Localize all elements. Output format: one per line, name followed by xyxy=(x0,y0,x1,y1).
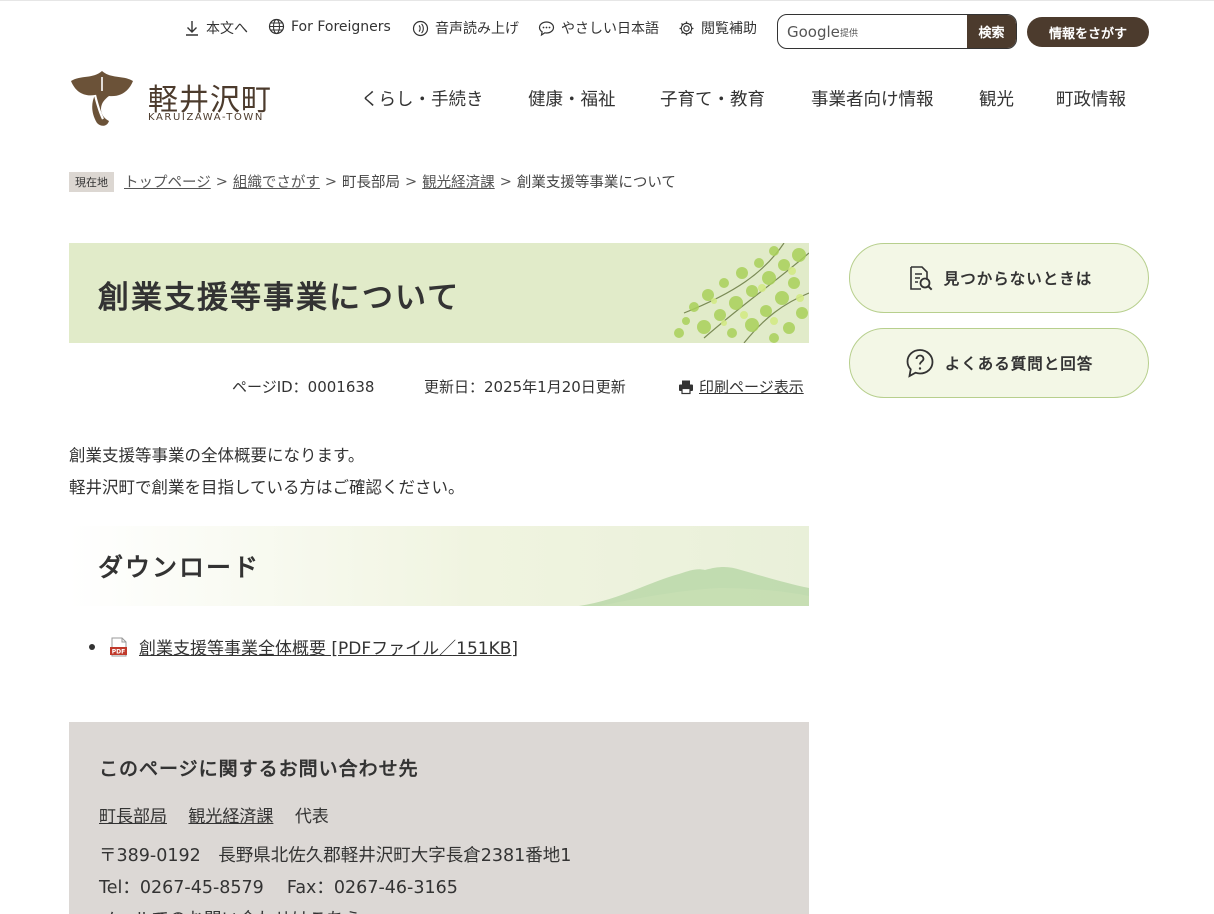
breadcrumb-current: 創業支援等事業について xyxy=(516,175,676,191)
pdf-icon-label: PDF xyxy=(112,648,125,655)
gear-icon xyxy=(679,21,694,35)
breadcrumb-mayor-office: 町長部局 xyxy=(342,175,401,191)
contact-dept-tourism-link[interactable]: 観光経済課 xyxy=(188,807,273,827)
pdf-file-icon: PDF xyxy=(110,637,127,656)
nav-childcare[interactable]: 子育て・教育 xyxy=(660,86,765,111)
mountain-decoration xyxy=(579,567,809,606)
breadcrumb-separator: > xyxy=(215,173,228,190)
contact-dept-representative: 代表 xyxy=(294,807,329,827)
breadcrumb-separator: > xyxy=(324,173,338,190)
voice-reading-link[interactable]: 音声読み上げ xyxy=(412,18,519,38)
intro-line-2: 軽井沢町で創業を目指している方はご確認ください。 xyxy=(69,478,465,497)
leaves-decoration xyxy=(674,243,809,343)
site-search: 提供 検索 xyxy=(777,14,1017,49)
search-input[interactable] xyxy=(778,15,967,48)
logo-subtitle: KARUIZAWA-TOWN xyxy=(148,112,264,123)
contact-tel-fax: Tel：0267-45-8579 Fax：0267-46-3165 xyxy=(99,878,458,898)
speech-bubble-icon xyxy=(538,20,555,36)
faq-button[interactable]: よくある質問と回答 xyxy=(849,328,1149,398)
contact-dept-mayor-office-link[interactable]: 町長部局 xyxy=(99,807,167,827)
for-foreigners-link[interactable]: For Foreigners xyxy=(268,18,391,35)
download-heading: ダウンロード xyxy=(98,553,261,582)
not-found-button[interactable]: 見つからないときは xyxy=(849,243,1149,313)
arrow-down-icon xyxy=(186,21,198,36)
voice-label: 音声読み上げ xyxy=(435,21,519,37)
intro-text: 創業支援等事業の全体概要になります。 軽井沢町で創業を目指している方はご確認くだ… xyxy=(69,440,465,504)
page-id: ページID：0001638 xyxy=(232,378,375,396)
print-page-link[interactable]: 印刷ページ表示 xyxy=(678,376,804,397)
search-button[interactable]: 検索 xyxy=(967,15,1016,48)
google-provided-hint: 提供 xyxy=(840,29,859,39)
question-bubble-icon xyxy=(906,349,934,378)
find-info-button[interactable]: 情報をさがす xyxy=(1027,17,1149,47)
contact-heading: このページに関するお問い合わせ先 xyxy=(99,758,419,780)
printer-icon xyxy=(679,380,693,394)
nav-tourism[interactable]: 観光 xyxy=(979,86,1014,111)
download-heading-banner: ダウンロード xyxy=(69,526,809,606)
accessibility-link[interactable]: 閲覧補助 xyxy=(678,18,757,38)
contact-mail-link[interactable]: メールでのお問い合わせはこちら xyxy=(99,906,362,914)
nav-town-admin[interactable]: 町政情報 xyxy=(1056,86,1126,111)
easy-japanese-label: やさしい日本語 xyxy=(561,21,659,37)
document-search-icon xyxy=(909,266,933,291)
speaker-icon xyxy=(412,20,429,36)
page-title-banner: 創業支援等事業について xyxy=(69,243,809,343)
skip-to-content-link[interactable]: 本文へ xyxy=(184,18,248,38)
list-bullet xyxy=(89,643,95,650)
nav-living[interactable]: くらし・手続き xyxy=(361,86,484,111)
faq-label: よくある質問と回答 xyxy=(944,355,1094,373)
nav-business[interactable]: 事業者向け情報 xyxy=(811,86,934,111)
breadcrumb-top[interactable]: トップページ xyxy=(124,171,211,192)
skip-label: 本文へ xyxy=(206,21,248,37)
download-list-item: PDF 創業支援等事業全体概要 [PDFファイル／151KB] xyxy=(89,634,518,659)
download-pdf-link[interactable]: 創業支援等事業全体概要 [PDFファイル／151KB] xyxy=(139,634,518,659)
breadcrumb-separator: > xyxy=(499,173,512,190)
breadcrumb-label: 現在地 xyxy=(69,171,114,192)
updated-date: 更新日：2025年1月20日更新 xyxy=(424,378,626,396)
foreigners-label: For Foreigners xyxy=(291,18,391,35)
breadcrumb-organization[interactable]: 組織でさがす xyxy=(233,171,320,192)
contact-section: このページに関するお問い合わせ先 町長部局 観光経済課 代表 〒389-0192… xyxy=(69,722,809,914)
breadcrumb: 現在地 トップページ > 組織でさがす > 町長部局 > 観光経済課 > 創業支… xyxy=(69,171,676,192)
accessibility-label: 閲覧補助 xyxy=(701,21,757,37)
intro-line-1: 創業支援等事業の全体概要になります。 xyxy=(69,446,365,465)
print-label: 印刷ページ表示 xyxy=(699,378,804,396)
contact-address: 〒389-0192 長野県北佐久郡軽井沢町大字長倉2381番地1 xyxy=(99,846,572,866)
breadcrumb-tourism-economy[interactable]: 観光経済課 xyxy=(422,171,495,192)
town-logo[interactable]: 軽井沢町 KARUIZAWA-TOWN xyxy=(69,69,271,129)
nav-health[interactable]: 健康・福祉 xyxy=(528,86,616,111)
page-title: 創業支援等事業について xyxy=(98,280,461,316)
top-border xyxy=(0,0,1214,4)
breadcrumb-separator: > xyxy=(405,173,418,190)
contact-department: 町長部局 観光経済課 代表 xyxy=(99,802,329,827)
easy-japanese-link[interactable]: やさしい日本語 xyxy=(538,18,659,38)
globe-icon xyxy=(268,18,285,35)
not-found-label: 見つからないときは xyxy=(943,270,1093,288)
town-emblem-icon xyxy=(71,71,133,126)
